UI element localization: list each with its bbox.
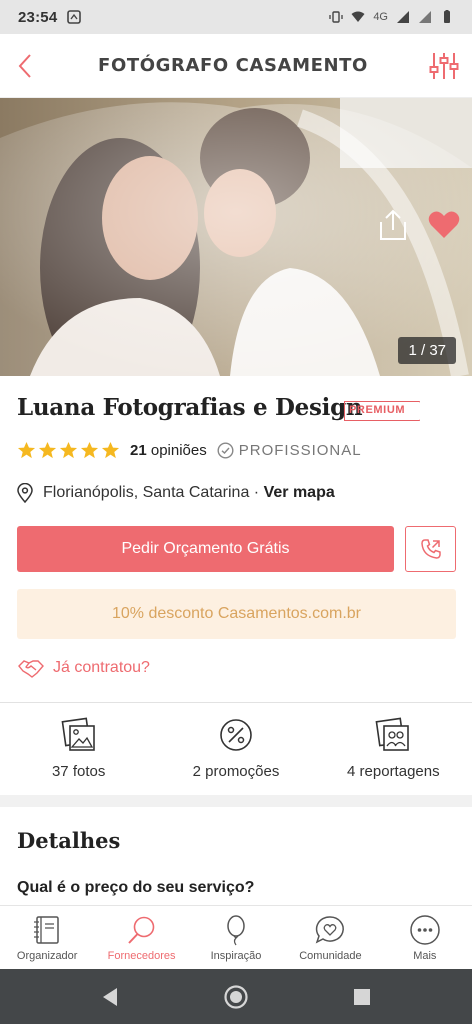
share-icon: [380, 209, 406, 240]
photos-stat[interactable]: 37 fotos: [0, 703, 157, 795]
system-back-button[interactable]: [47, 987, 173, 1007]
nav-organizer[interactable]: Organizador: [0, 906, 94, 969]
nav-more[interactable]: Mais: [378, 906, 472, 969]
premium-badge: PREMIUM: [344, 401, 421, 421]
reviews-word: opiniões: [150, 441, 207, 459]
battery-icon: [444, 10, 450, 23]
photo-counter: 1 / 37: [398, 337, 456, 364]
promotions-stat[interactable]: 2 promoções: [157, 703, 314, 795]
vibrate-icon: [329, 11, 343, 23]
reviews-link[interactable]: 21 opiniões: [130, 442, 207, 459]
favorite-button[interactable]: [428, 210, 460, 240]
details-heading: Detalhes: [17, 828, 121, 853]
already-hired-label: Já contratou?: [53, 659, 150, 676]
page-title: FOTÓGRAFO CASAMENTO: [98, 55, 368, 76]
wifi-icon: [351, 11, 365, 22]
location-row: Florianópolis, Santa Catarina · Ver mapa: [17, 483, 335, 503]
system-nav-bar: [0, 969, 472, 1024]
share-button[interactable]: [378, 208, 408, 242]
reports-stat[interactable]: 4 reportagens: [315, 703, 472, 795]
rating-stars: [17, 441, 120, 460]
photo-gallery[interactable]: 1 / 37: [0, 98, 472, 376]
discount-banner[interactable]: 10% desconto Casamentos.com.br: [17, 589, 456, 639]
status-time: 23:54: [18, 8, 58, 26]
star-icon: [80, 441, 99, 458]
star-icon: [38, 441, 57, 458]
nav-inspiration[interactable]: Inspiração: [189, 906, 283, 969]
professional-badge: PROFISSIONAL: [217, 442, 362, 459]
photos-stat-label: 37 fotos: [51, 763, 106, 780]
back-button[interactable]: [0, 34, 50, 98]
notebook-icon: [34, 916, 59, 944]
location-text: Florianópolis, Santa Catarina: [43, 484, 250, 501]
request-quote-button[interactable]: Pedir Orçamento Grátis: [17, 526, 394, 572]
nav-vendors-label: Fornecedores: [107, 950, 176, 962]
filter-button[interactable]: [416, 34, 472, 98]
notification-icon: [67, 10, 82, 24]
reports-stat-label: 4 reportagens: [347, 763, 440, 780]
signal-icon: [397, 11, 409, 23]
square-recents-icon: [354, 988, 370, 1005]
sliders-icon: [429, 52, 459, 79]
check-circle-icon: [217, 441, 234, 459]
nav-vendors[interactable]: Fornecedores: [94, 906, 188, 969]
location-separator: ·: [253, 484, 260, 501]
chevron-left-icon: [18, 53, 31, 78]
magnifier-icon: [127, 916, 154, 944]
more-icon: [410, 915, 440, 945]
stats-row: 37 fotos 2 promoções 4 reportagens: [0, 703, 472, 795]
handshake-icon: [18, 660, 44, 678]
reviews-count: 21: [130, 441, 147, 459]
map-pin-icon: [17, 483, 33, 503]
price-question: Qual é o preço do seu serviço?: [17, 879, 255, 896]
bottom-nav: Organizador Fornecedores Inspiração Comu…: [0, 905, 472, 969]
signal-icon-2: [419, 11, 431, 23]
percent-icon: [220, 719, 252, 751]
vendor-name: Luana Fotografias e Design: [17, 394, 363, 421]
view-map-link[interactable]: Ver mapa: [264, 484, 335, 501]
nav-community[interactable]: Comunidade: [283, 906, 377, 969]
app-header: FOTÓGRAFO CASAMENTO: [0, 34, 472, 98]
system-home-button[interactable]: [173, 984, 299, 1010]
rating-row[interactable]: 21 opiniões PROFISSIONAL: [17, 438, 362, 462]
promotions-stat-label: 2 promoções: [192, 763, 280, 780]
section-divider: [0, 795, 472, 807]
balloon-icon: [227, 915, 245, 946]
album-icon: [375, 717, 410, 751]
phone-icon: [420, 539, 441, 559]
circle-home-icon: [224, 984, 248, 1009]
chat-heart-icon: [316, 916, 345, 944]
photos-icon: [61, 717, 95, 751]
already-hired-link[interactable]: Já contratou?: [17, 657, 150, 679]
nav-inspiration-label: Inspiração: [210, 950, 262, 962]
professional-label: PROFISSIONAL: [238, 441, 362, 459]
star-icon: [101, 441, 120, 458]
triangle-back-icon: [103, 987, 117, 1006]
nav-more-label: Mais: [413, 950, 437, 962]
heart-icon: [428, 211, 460, 238]
nav-organizer-label: Organizador: [16, 950, 78, 962]
nav-community-label: Comunidade: [299, 950, 362, 962]
system-recents-button[interactable]: [299, 988, 425, 1006]
star-icon: [59, 441, 78, 458]
star-icon: [17, 441, 36, 458]
status-bar: 23:54 4G: [0, 0, 472, 34]
call-button[interactable]: [405, 526, 456, 572]
network-type: 4G: [373, 11, 388, 23]
